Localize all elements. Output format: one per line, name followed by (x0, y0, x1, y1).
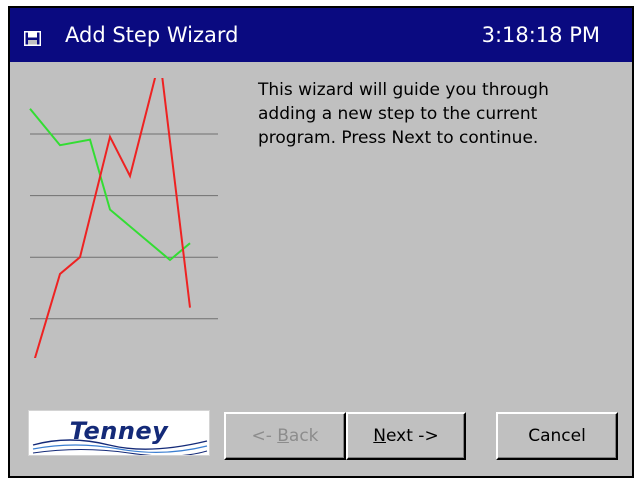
tenney-logo: Tenney (28, 410, 210, 456)
logo-text: Tenney (69, 417, 169, 445)
wizard-message: This wizard will guide you through addin… (258, 80, 549, 148)
next-button[interactable]: Next -> (346, 412, 466, 460)
window-title: Add Step Wizard (65, 23, 239, 47)
clock: 3:18:18 PM (481, 23, 600, 47)
back-button[interactable]: <- Back (224, 412, 346, 460)
floppy-disk-icon (24, 31, 41, 46)
cancel-button[interactable]: Cancel (496, 412, 618, 460)
wizard-window: Add Step Wizard 3:18:18 PM This wizard w… (8, 6, 634, 478)
chart-series-line (33, 78, 191, 358)
next-button-label: Next -> (373, 426, 439, 446)
chart-series-line (29, 108, 191, 262)
decorative-line-chart (29, 78, 218, 358)
title-bar: Add Step Wizard 3:18:18 PM (10, 8, 632, 62)
back-button-label: <- Back (251, 426, 319, 446)
cancel-button-label: Cancel (528, 426, 586, 446)
